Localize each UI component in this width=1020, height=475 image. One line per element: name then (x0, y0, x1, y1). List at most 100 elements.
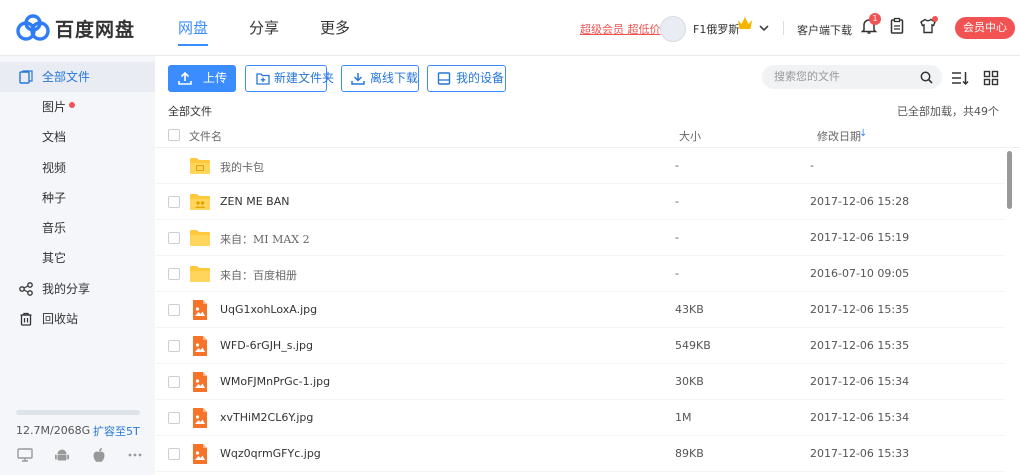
table-row[interactable]: WMoFJMnPrGc-1.jpg 30KB 2017-12-06 15:34 (155, 364, 1005, 400)
scrollbar[interactable] (1005, 148, 1013, 475)
sidebar-item-my-shares[interactable]: 我的分享 (0, 274, 155, 304)
sidebar-item-music[interactable]: 音乐 (0, 213, 155, 243)
client-download-link[interactable]: 客户端下载 (797, 22, 852, 38)
file-name[interactable]: 来自：百度相册 (220, 267, 297, 283)
chevron-down-icon[interactable] (758, 22, 770, 34)
sidebar-item-documents[interactable]: 文档 (0, 122, 155, 152)
upgrade-storage-link[interactable]: 扩容至5T (93, 423, 140, 439)
file-name[interactable]: WMoFJMnPrGc-1.jpg (220, 375, 330, 388)
clipboard-icon[interactable] (888, 17, 906, 35)
sidebar-item-label: 图片 (42, 100, 67, 114)
file-date: 2016-07-10 09:05 (810, 267, 910, 280)
row-checkbox[interactable] (168, 304, 180, 316)
sidebar-item-other[interactable]: 其它 (0, 243, 155, 273)
file-size: - (675, 267, 679, 280)
new-folder-label: 新建文件夹 (274, 71, 335, 85)
sidebar-item-label: 种子 (42, 191, 67, 205)
file-size: - (675, 159, 679, 172)
sidebar-item-recycle-bin[interactable]: 回收站 (0, 304, 155, 334)
my-devices-label: 我的设备 (456, 71, 505, 85)
column-header-date[interactable]: 修改日期 (817, 128, 861, 144)
sidebar-item-videos[interactable]: 视频 (0, 153, 155, 183)
file-size: 549KB (675, 339, 711, 352)
new-folder-button[interactable]: 新建文件夹 (245, 65, 334, 92)
more-icon[interactable] (127, 447, 143, 463)
logo[interactable]: 百度网盘 (15, 13, 135, 43)
file-name[interactable]: xvTHiM2CL6Y.jpg (220, 411, 313, 424)
table-row[interactable]: Wqz0qrmGFYc.jpg 89KB 2017-12-06 15:33 (155, 436, 1005, 472)
file-size: 30KB (675, 375, 704, 388)
file-name[interactable]: 我的卡包 (220, 159, 264, 175)
row-checkbox[interactable] (168, 376, 180, 388)
shared-folder-icon (189, 192, 211, 212)
android-icon[interactable] (54, 447, 70, 463)
my-devices-button[interactable]: 我的设备 (427, 65, 506, 92)
row-checkbox[interactable] (168, 448, 180, 460)
table-row[interactable]: WFD-6rGJH_s.jpg 549KB 2017-12-06 15:35 (155, 328, 1005, 364)
file-date: - (810, 159, 814, 172)
file-size: 89KB (675, 447, 704, 460)
nav-tab-more[interactable]: 更多 (320, 0, 350, 56)
table-row[interactable]: UqG1xohLoxA.jpg 43KB 2017-12-06 15:35 (155, 292, 1005, 328)
offline-download-button[interactable]: 离线下载 (341, 65, 419, 92)
username[interactable]: F1俄罗斯 (693, 21, 739, 37)
sidebar-item-images[interactable]: 图片 (0, 92, 155, 122)
table-header: 文件名 大小 修改日期 ↓ (155, 122, 1020, 148)
unread-dot (932, 16, 938, 22)
row-checkbox[interactable] (168, 340, 180, 352)
upload-button[interactable]: 上传 (168, 65, 236, 92)
sidebar-item-label: 文档 (42, 130, 67, 144)
breadcrumb[interactable]: 全部文件 (168, 103, 212, 119)
search-icon[interactable] (920, 71, 933, 84)
row-checkbox[interactable] (168, 232, 180, 244)
table-row[interactable]: 来自：MI MAX 2 - 2017-12-06 15:19 (155, 220, 1005, 256)
offline-download-label: 离线下载 (370, 71, 419, 85)
vip-promo-link[interactable]: 超级会员 超低价 (580, 21, 661, 37)
file-name[interactable]: UqG1xohLoxA.jpg (220, 303, 317, 316)
sidebar-item-label: 回收站 (42, 312, 79, 326)
file-name[interactable]: WFD-6rGJH_s.jpg (220, 339, 313, 352)
apple-icon[interactable] (91, 447, 107, 463)
column-header-size[interactable]: 大小 (679, 128, 701, 144)
device-icon (437, 72, 451, 85)
baidu-cloud-logo-icon (16, 14, 50, 41)
file-date: 2017-12-06 15:33 (810, 447, 910, 460)
search-input[interactable] (762, 65, 942, 89)
column-header-name[interactable]: 文件名 (189, 128, 222, 144)
table-row[interactable]: ZEN ME BAN - 2017-12-06 15:28 (155, 184, 1005, 220)
folder-icon (189, 264, 211, 284)
upload-label: 上传 (203, 71, 228, 85)
row-checkbox[interactable] (168, 412, 180, 424)
table-row[interactable]: xvTHiM2CL6Y.jpg 1M 2017-12-06 15:34 (155, 400, 1005, 436)
sidebar-item-torrents[interactable]: 种子 (0, 183, 155, 213)
folder-icon (189, 228, 211, 248)
scrollbar-thumb[interactable] (1007, 151, 1012, 209)
image-file-icon (189, 336, 211, 356)
row-checkbox[interactable] (168, 196, 180, 208)
sort-desc-icon[interactable]: ↓ (859, 128, 867, 139)
file-size: - (675, 231, 679, 244)
main-nav: 网盘 分享 更多 (178, 0, 391, 56)
row-checkbox[interactable] (168, 268, 180, 280)
image-file-icon (189, 444, 211, 464)
share-icon (19, 282, 33, 296)
file-name[interactable]: 来自：MI MAX 2 (220, 231, 310, 247)
sidebar-item-all-files[interactable]: 全部文件 (0, 62, 155, 92)
top-bar: 百度网盘 网盘 分享 更多 超级会员 超低价 F1俄罗斯 客户端下载 1 会员中… (0, 0, 1020, 56)
desktop-icon[interactable] (17, 447, 33, 463)
nav-tab-disk[interactable]: 网盘 (178, 0, 209, 56)
grid-view-icon[interactable] (982, 70, 1000, 86)
trash-icon (20, 312, 32, 326)
sidebar-item-label: 其它 (42, 251, 67, 265)
table-row[interactable]: 来自：百度相册 - 2016-07-10 09:05 (155, 256, 1005, 292)
table-row[interactable]: 我的卡包 - - (155, 148, 1005, 184)
sort-list-icon[interactable] (951, 70, 969, 86)
select-all-checkbox[interactable] (168, 129, 180, 141)
folder-plus-icon (256, 73, 270, 85)
avatar[interactable] (660, 16, 686, 42)
divider (783, 21, 784, 35)
file-name[interactable]: ZEN ME BAN (220, 195, 289, 208)
file-name[interactable]: Wqz0qrmGFYc.jpg (220, 447, 321, 460)
nav-tab-share[interactable]: 分享 (249, 0, 279, 56)
vip-center-button[interactable]: 会员中心 (955, 17, 1015, 39)
